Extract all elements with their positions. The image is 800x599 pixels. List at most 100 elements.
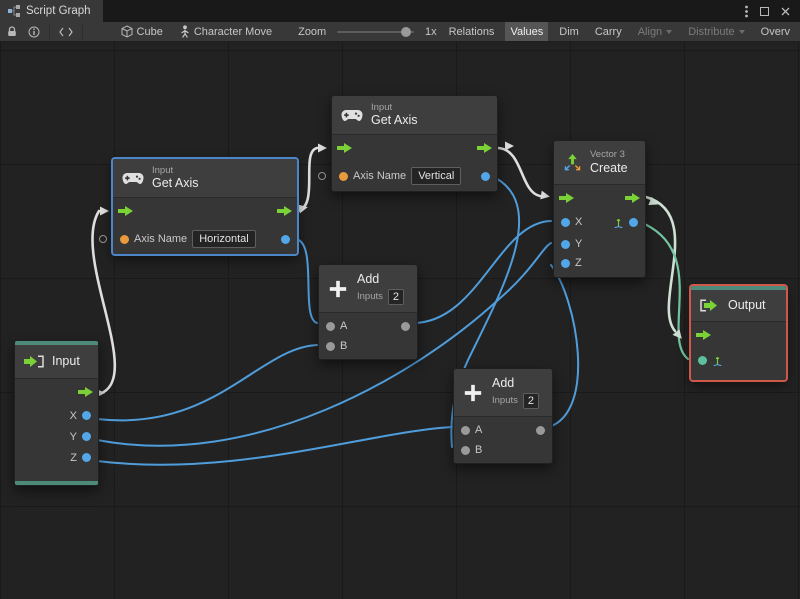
values-button[interactable]: Values — [505, 22, 549, 41]
wire-getaxis-h-to-add1-a[interactable] — [295, 238, 318, 324]
node-title: Create — [590, 160, 628, 175]
node-header[interactable]: Output — [691, 290, 786, 322]
input-a-port[interactable] — [461, 425, 470, 435]
z-input-port[interactable] — [561, 258, 570, 268]
unconnected-port[interactable] — [99, 235, 107, 244]
axes-gizmo-icon — [613, 217, 624, 228]
relations-button[interactable]: Relations — [444, 22, 500, 41]
flow-out-port[interactable] — [477, 143, 492, 154]
wire-add1-to-vector3-x[interactable] — [409, 220, 552, 325]
value-out-port[interactable] — [281, 234, 290, 244]
node-get-axis-horizontal[interactable]: Input Get Axis Axis Name Horizontal — [99, 158, 298, 256]
node-graph-input[interactable]: Input X Y Z — [14, 340, 99, 486]
overview-button[interactable]: Overv — [756, 22, 795, 41]
flow-in-port[interactable] — [696, 330, 711, 340]
script-graph-window: Script Graph Cube Character Move Zoom 1x… — [0, 0, 800, 599]
breadcrumb-cube[interactable]: Cube — [116, 22, 168, 41]
sum-out-port[interactable] — [401, 321, 410, 331]
port-label: A — [340, 320, 348, 332]
gamepad-icon — [122, 172, 144, 185]
port-label: X — [575, 216, 583, 228]
node-graph-output[interactable]: Output — [690, 285, 787, 381]
wire-arrowhead — [318, 143, 327, 153]
wire-add2-to-vector3-z[interactable] — [548, 264, 580, 428]
node-category: Input — [371, 102, 393, 113]
zoom-slider-handle[interactable] — [400, 26, 411, 37]
distribute-button[interactable]: Distribute — [683, 22, 749, 41]
axis-name-port[interactable] — [339, 171, 348, 181]
port-label: Y — [69, 430, 77, 443]
node-header[interactable]: Input — [15, 345, 98, 379]
dim-button[interactable]: Dim — [554, 22, 584, 41]
vector3-out-port[interactable] — [629, 217, 638, 227]
wire-flow-getaxis-h-to-v[interactable] — [295, 146, 319, 213]
inputs-label: Inputs — [357, 291, 383, 303]
node-header[interactable]: Add Inputs 2 — [454, 369, 552, 417]
port-label: Z — [70, 451, 77, 464]
maximize-icon[interactable] — [760, 6, 769, 16]
node-header[interactable]: Input Get Axis — [332, 96, 497, 136]
graph-input-icon — [24, 355, 44, 368]
menu-icon[interactable] — [745, 5, 748, 18]
x-out-port[interactable] — [82, 411, 91, 420]
flow-in-port[interactable] — [559, 193, 574, 203]
flow-in-port[interactable] — [118, 206, 133, 217]
input-b-port[interactable] — [326, 341, 335, 351]
dropdown-caret-icon — [738, 29, 745, 34]
node-header[interactable]: Add Inputs 2 — [319, 265, 417, 313]
tab-script-graph[interactable]: Script Graph — [0, 0, 103, 22]
value-out-port[interactable] — [481, 171, 490, 181]
node-category: Input — [152, 165, 174, 176]
script-graph-icon — [8, 5, 20, 17]
breadcrumb-character-move[interactable]: Character Move — [175, 22, 277, 41]
node-add-2[interactable]: Add Inputs 2 A B — [453, 368, 553, 464]
node-header[interactable]: Input Get Axis — [113, 159, 297, 199]
node-title: Get Axis — [152, 176, 199, 191]
y-input-port[interactable] — [561, 239, 570, 249]
unconnected-port[interactable] — [318, 172, 326, 181]
wire-flow-create-to-output[interactable] — [644, 195, 677, 333]
toolbar-separator — [49, 24, 50, 39]
info-icon[interactable] — [26, 26, 42, 38]
inputs-count-field[interactable]: 2 — [522, 393, 540, 409]
close-icon[interactable] — [781, 7, 790, 16]
x-input-port[interactable] — [561, 217, 570, 227]
input-b-port[interactable] — [461, 445, 470, 455]
node-add-1[interactable]: Add Inputs 2 A B — [318, 264, 418, 360]
flow-out-port[interactable] — [625, 193, 640, 203]
input-a-port[interactable] — [326, 321, 335, 331]
tab-title: Script Graph — [26, 5, 91, 17]
align-button[interactable]: Align — [633, 22, 677, 41]
y-out-port[interactable] — [82, 432, 91, 441]
node-title: Input — [52, 354, 80, 368]
node-header[interactable]: Vector 3 Create — [554, 141, 645, 185]
graph-output-icon — [700, 299, 720, 312]
node-title: Add — [492, 376, 515, 390]
dropdown-caret-icon — [666, 29, 673, 34]
lock-icon[interactable] — [5, 26, 19, 37]
port-label: Axis Name — [353, 170, 407, 183]
axis-name-port[interactable] — [120, 234, 129, 244]
node-vector3-create[interactable]: Vector 3 Create X Y Z — [553, 140, 646, 278]
flow-out-port[interactable] — [277, 206, 292, 217]
carry-button[interactable]: Carry — [590, 22, 627, 41]
sum-out-port[interactable] — [536, 425, 545, 435]
value-in-port[interactable] — [698, 355, 707, 365]
axis-name-field[interactable]: Vertical — [411, 167, 462, 186]
inputs-count-field[interactable]: 2 — [387, 289, 405, 305]
wire-arrowhead — [100, 206, 109, 216]
graph-canvas[interactable]: Input Get Axis Axis Name Vertical Input … — [0, 42, 800, 599]
port-label: Z — [575, 257, 582, 269]
code-icon[interactable] — [57, 27, 75, 37]
node-get-axis-vertical[interactable]: Input Get Axis Axis Name Vertical — [318, 95, 498, 193]
flow-out-port[interactable] — [78, 387, 93, 397]
zoom-slider[interactable] — [337, 26, 414, 37]
wire-flow-getaxis-v-to-create[interactable] — [496, 146, 542, 198]
tab-bar: Script Graph — [0, 0, 800, 22]
flow-in-port[interactable] — [337, 143, 352, 154]
wire-arrowhead — [540, 190, 550, 200]
z-out-port[interactable] — [82, 453, 91, 462]
wire-arrowhead — [505, 141, 514, 151]
axis-name-field[interactable]: Horizontal — [192, 230, 256, 249]
wire-input-x-to-add1-b[interactable] — [96, 344, 318, 422]
